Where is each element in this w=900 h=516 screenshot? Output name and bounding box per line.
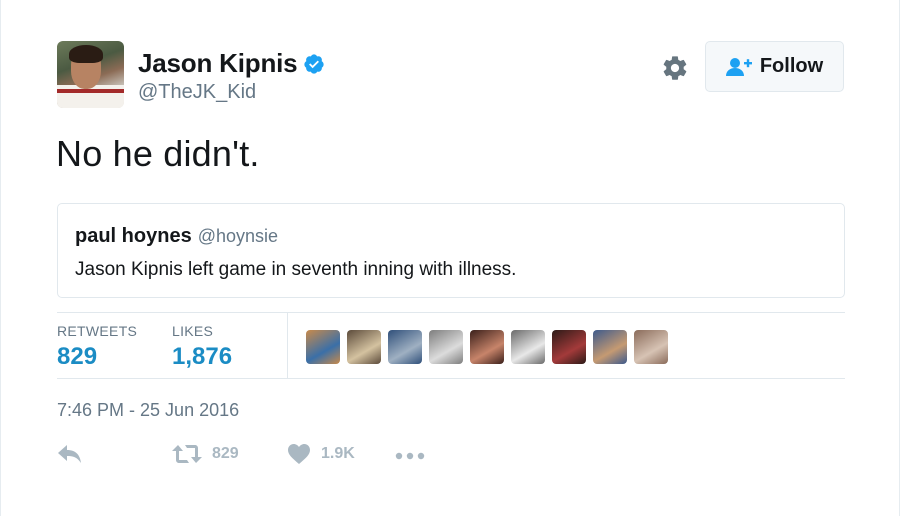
liker-avatar[interactable] bbox=[511, 330, 545, 364]
reply-icon bbox=[58, 445, 81, 463]
likes-count: 1,876 bbox=[172, 343, 233, 370]
reply-button[interactable] bbox=[57, 443, 83, 465]
liker-avatars bbox=[306, 330, 675, 364]
quoted-tweet[interactable]: paul hoynes @hoynsie Jason Kipnis left g… bbox=[57, 203, 845, 298]
follow-button[interactable]: Follow bbox=[705, 41, 844, 92]
tweet-card: Jason Kipnis @TheJK_Kid Follow No he did… bbox=[0, 0, 900, 516]
stats-divider bbox=[287, 313, 288, 379]
author-name-row[interactable]: Jason Kipnis bbox=[138, 48, 325, 79]
liker-avatar[interactable] bbox=[470, 330, 504, 364]
follow-button-label: Follow bbox=[759, 55, 824, 77]
liker-avatar[interactable] bbox=[552, 330, 586, 364]
liker-avatar[interactable] bbox=[634, 330, 668, 364]
liker-avatar[interactable] bbox=[347, 330, 381, 364]
like-count: 1.9K bbox=[321, 445, 355, 462]
quoted-tweet-text: Jason Kipnis left game in seventh inning… bbox=[75, 259, 517, 280]
more-icon bbox=[395, 452, 425, 460]
retweet-icon bbox=[172, 445, 202, 463]
add-user-icon bbox=[725, 57, 752, 76]
likes-label: LIKES bbox=[172, 323, 214, 339]
author-avatar[interactable] bbox=[57, 41, 124, 108]
quoted-tweet-handle: @hoynsie bbox=[197, 226, 279, 246]
retweets-label: RETWEETS bbox=[57, 323, 138, 339]
liker-avatar[interactable] bbox=[306, 330, 340, 364]
quoted-tweet-name: paul hoynes bbox=[75, 225, 192, 247]
tweet-actions: 829 1.9K bbox=[57, 443, 477, 471]
author-display-name[interactable]: Jason Kipnis bbox=[138, 48, 298, 79]
retweet-button[interactable]: 829 bbox=[172, 443, 239, 465]
quoted-tweet-header: paul hoynes @hoynsie bbox=[75, 225, 278, 248]
author-handle[interactable]: @TheJK_Kid bbox=[138, 81, 256, 104]
like-button[interactable]: 1.9K bbox=[287, 443, 355, 465]
retweets-count: 829 bbox=[57, 343, 98, 370]
likes-stat[interactable]: LIKES 1,876 bbox=[172, 323, 232, 371]
tweet-timestamp[interactable]: 7:46 PM - 25 Jun 2016 bbox=[57, 400, 239, 421]
tweet-text: No he didn't. bbox=[56, 133, 260, 174]
liker-avatar[interactable] bbox=[593, 330, 627, 364]
verified-badge-icon bbox=[304, 53, 325, 74]
liker-avatar[interactable] bbox=[388, 330, 422, 364]
retweets-stat[interactable]: RETWEETS 829 bbox=[57, 323, 137, 371]
retweet-count: 829 bbox=[212, 445, 239, 462]
more-button[interactable] bbox=[395, 446, 425, 466]
liker-avatar[interactable] bbox=[429, 330, 463, 364]
tweet-stats: RETWEETS 829 LIKES 1,876 bbox=[57, 312, 845, 379]
heart-icon bbox=[288, 444, 310, 464]
gear-icon[interactable] bbox=[661, 54, 689, 82]
